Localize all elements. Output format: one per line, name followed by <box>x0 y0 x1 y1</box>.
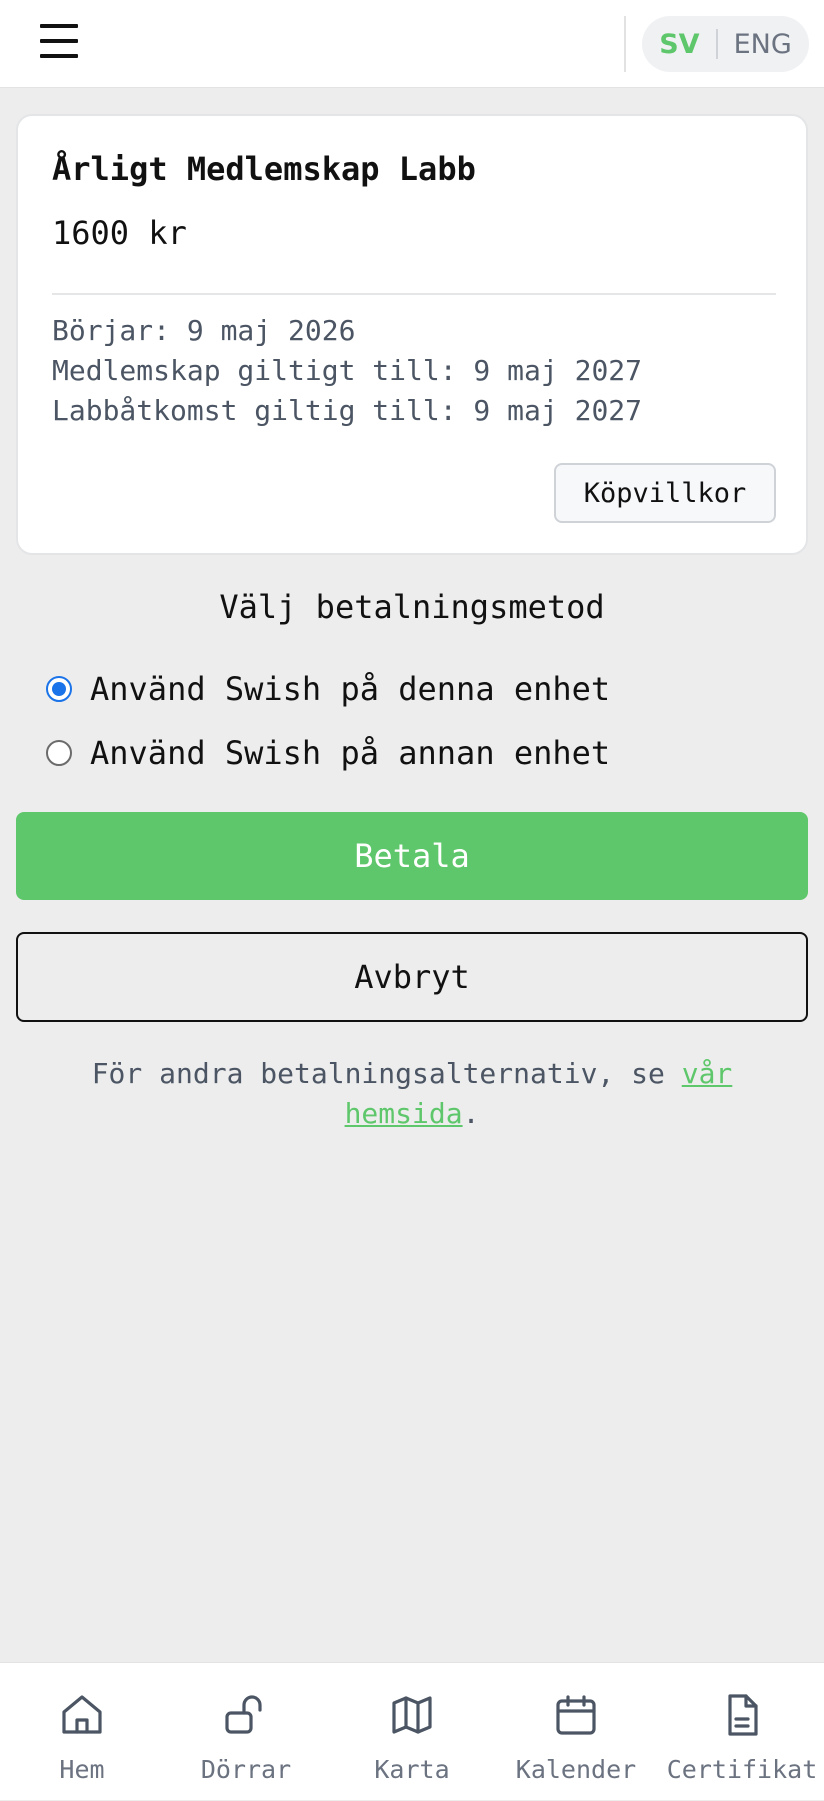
payment-option-label: Använd Swish på denna enhet <box>90 670 611 708</box>
membership-valid-text: Medlemskap giltigt till: 9 maj 2027 <box>52 354 643 387</box>
unlocked-padlock-icon <box>222 1691 270 1739</box>
nav-item-home[interactable]: Hem <box>0 1663 164 1801</box>
payment-option-other-device[interactable]: Använd Swish på annan enhet <box>46 734 610 772</box>
start-date-text: Börjar: 9 maj 2026 <box>52 314 356 347</box>
nav-item-certificate[interactable]: Certifikat <box>660 1663 824 1801</box>
membership-title: Årligt Medlemskap Labb <box>52 150 476 188</box>
nav-item-calendar[interactable]: Kalender <box>494 1663 658 1801</box>
nav-label-calendar: Kalender <box>515 1755 637 1784</box>
payment-method-heading: Välj betalningsmetod <box>219 588 605 626</box>
membership-price: 1600 kr <box>52 214 187 252</box>
membership-card: Årligt Medlemskap Labb 1600 kr Börjar: 9… <box>16 114 808 555</box>
home-icon <box>58 1691 106 1739</box>
nav-label-doors: Dörrar <box>200 1755 292 1784</box>
top-bar: SV ENG <box>0 0 824 88</box>
radio-button[interactable] <box>46 740 72 766</box>
footnote-text: För andra betalningsalternativ, se <box>91 1057 682 1090</box>
topbar-divider <box>624 16 626 72</box>
nav-item-map[interactable]: Karta <box>330 1663 494 1801</box>
footnote-suffix: . <box>462 1097 480 1130</box>
payment-option-label: Använd Swish på annan enhet <box>90 734 611 772</box>
pay-button[interactable]: Betala <box>16 812 808 900</box>
language-separator <box>715 29 718 59</box>
lab-access-valid-text: Labbåtkomst giltig till: 9 maj 2027 <box>52 394 643 427</box>
map-icon <box>388 1691 436 1739</box>
language-toggle: SV ENG <box>642 16 809 72</box>
nav-label-map: Karta <box>374 1755 450 1784</box>
document-icon <box>718 1691 766 1739</box>
nav-label-certificate: Certifikat <box>666 1755 818 1784</box>
bottom-navigation: Hem Dörrar Karta Kalender Certifikat <box>0 1662 824 1800</box>
hamburger-menu-icon[interactable] <box>40 22 80 60</box>
nav-item-doors[interactable]: Dörrar <box>164 1663 328 1801</box>
other-payment-note: För andra betalningsalternativ, se vår h… <box>60 1054 764 1134</box>
radio-button-selected[interactable] <box>46 676 72 702</box>
language-sv-button[interactable]: SV <box>659 29 699 60</box>
payment-option-this-device[interactable]: Använd Swish på denna enhet <box>46 670 610 708</box>
card-divider <box>52 293 776 295</box>
terms-button[interactable]: Köpvillkor <box>554 463 776 523</box>
nav-label-home: Hem <box>59 1755 105 1784</box>
membership-details: Börjar: 9 maj 2026 Medlemskap giltigt ti… <box>52 311 642 431</box>
calendar-icon <box>552 1691 600 1739</box>
cancel-button[interactable]: Avbryt <box>16 932 808 1022</box>
language-eng-button[interactable]: ENG <box>734 29 792 60</box>
